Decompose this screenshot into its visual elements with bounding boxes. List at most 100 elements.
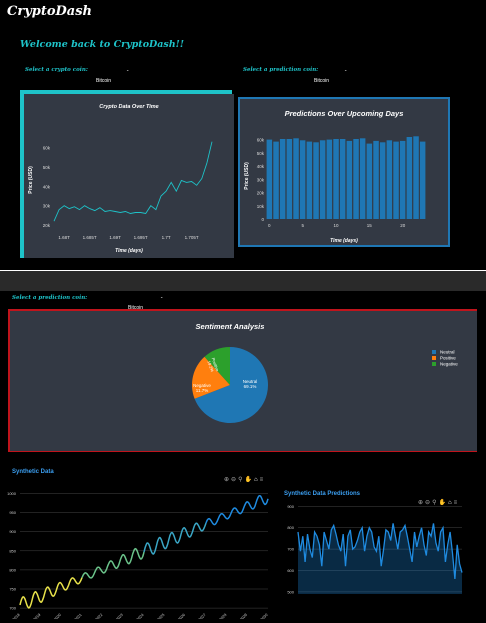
zoom-icon[interactable]: ⚲ [432,500,436,506]
prediction-bar [266,139,273,219]
prediction-bar [346,140,353,219]
prediction-select[interactable]: Bitcoin ⌄ [314,67,350,84]
legend-swatch [432,362,436,366]
prediction-select-label: Select a prediction coin: [243,67,319,73]
prediction-bar [326,139,333,219]
prediction-select-2[interactable]: Bitcoin ⌄ [128,294,168,311]
menu-icon[interactable]: ≡ [454,500,458,506]
y-tick-label: 40k [257,164,265,169]
welcome-heading: Welcome back to CryptoDash!! [20,39,185,50]
synthetic-pred-chart-card: Synthetic Data Predictions 500 600 700 800 90… [282,484,482,619]
x-tick-label: 5 [301,223,304,228]
x-tick-label: 2027 [198,613,207,619]
synthetic-line-segment [205,494,269,526]
x-axis-label: Time (days) [115,248,143,254]
prediction-bar [273,141,279,219]
prediction-bar [399,140,406,219]
chart-title: Predictions Over Upcoming Days [285,109,404,118]
x-tick-label: 2020 [53,613,62,619]
x-tick-label: 2025 [157,613,166,619]
y-tick-label: 700 [287,547,294,552]
home-icon[interactable]: ⌂ [448,500,452,506]
pan-icon[interactable]: ✋ [244,477,251,483]
x-tick-label: 1.68T [58,235,70,240]
chart-title: Sentiment Analysis [196,322,265,331]
x-tick-label: 1.685T [83,235,97,240]
chart-title: Synthetic Data Predictions [284,491,361,497]
synthetic-line-segment [81,547,145,579]
legend-label: Negative [440,362,458,367]
legend-label: Positive [440,356,456,361]
synthetic-line-chart: Synthetic Data 700 750 800 850 900 950 1000 2018… [7,469,269,622]
chevron-down-icon: ⌄ [344,67,348,72]
y-tick-label: 30k [257,177,265,182]
prediction-bar [359,138,366,219]
zoom-in-icon[interactable]: ⊕ [224,477,229,483]
y-tick-label: 750 [9,587,16,592]
y-tick-label: 800 [9,567,16,572]
synthetic-line-segment [19,577,83,609]
home-icon[interactable]: ⌂ [254,477,258,483]
x-tick-label: 2021 [74,613,83,619]
synthetic-chart-card: Synthetic Data 700 750 800 850 900 950 1000 2018… [0,462,276,622]
prediction-bar [393,141,399,219]
prediction-bar-chart: Predictions Over Upcoming Days 0 10k 20k 30k… [244,109,426,244]
menu-icon[interactable]: ≡ [260,477,264,483]
y-tick-label: 1000 [7,491,17,496]
app-title: CryptoDash [7,4,92,19]
legend-label: Neutral [440,350,455,355]
x-tick-label: 0 [268,223,271,228]
x-tick-label: 2030 [260,613,269,619]
legend-swatch [432,356,436,360]
zoom-icon[interactable]: ⚲ [238,477,242,483]
prediction-select-value: Bitcoin [314,78,330,84]
prediction-bar [413,136,419,219]
x-tick-label: 1.69T [109,235,121,240]
prediction-chart-card: Predictions Over Upcoming Days 0 10k 20k 30k… [240,99,448,245]
prediction-bar [286,139,293,219]
x-tick-label: 2026 [177,613,186,619]
y-tick-label: 50k [43,165,51,170]
prediction-bar [406,137,413,219]
synthetic-line-segment [143,522,207,555]
x-tick-label: 2024 [136,613,145,619]
chevron-down-icon: ⌄ [160,294,164,299]
crypto-select[interactable]: Bitcoin ⌄ [96,67,132,84]
y-tick-label: 950 [9,510,16,515]
prediction-bar [373,140,379,219]
legend-swatch [432,350,436,354]
y-tick-label: 10k [257,204,265,209]
x-tick-label: 15 [367,223,373,228]
y-tick-label: 800 [287,525,294,530]
prediction-bar [339,139,346,219]
y-tick-label: 60k [257,138,265,143]
price-line-series [53,141,213,222]
prediction-bar [366,143,373,219]
prediction-bar [306,141,313,219]
prediction-select-label-2: Select a prediction coin: [12,295,88,301]
crypto-chart-card: Crypto Data Over Time 20k 30k 40k 50k 60k 1.68… [24,94,234,258]
zoom-in-icon[interactable]: ⊕ [418,500,423,506]
sentiment-pie-chart: Sentiment AnalysisNeutral 69.1%Positive19… [191,322,458,423]
slice-label-neutral: Neutral 69.1% [243,379,258,389]
prediction-bar [279,139,286,219]
chevron-down-icon: ⌄ [126,67,130,72]
prediction-bar [379,142,386,219]
x-tick-label: 1.7T [162,235,171,240]
zoom-out-icon[interactable]: ⊖ [231,477,236,483]
x-tick-label: 10 [333,223,339,228]
y-tick-label: 30k [43,204,51,209]
pan-icon[interactable]: ✋ [438,500,445,506]
sentiment-chart-card: Sentiment Analysis Neutral 69.1% Positive19… [10,311,477,451]
y-axis-label: Price (USD) [244,162,250,190]
x-tick-label: 2029 [239,613,248,619]
y-tick-label: 20k [43,223,51,228]
chart-title: Synthetic Data [12,469,54,475]
y-tick-label: 850 [9,548,16,553]
zoom-out-icon[interactable]: ⊖ [425,500,430,506]
prediction-bar [293,138,299,219]
y-tick-label: 50k [257,151,265,156]
x-tick-label: 2018 [12,613,21,619]
y-tick-label: 20k [257,191,265,196]
y-tick-label: 60k [43,146,51,151]
